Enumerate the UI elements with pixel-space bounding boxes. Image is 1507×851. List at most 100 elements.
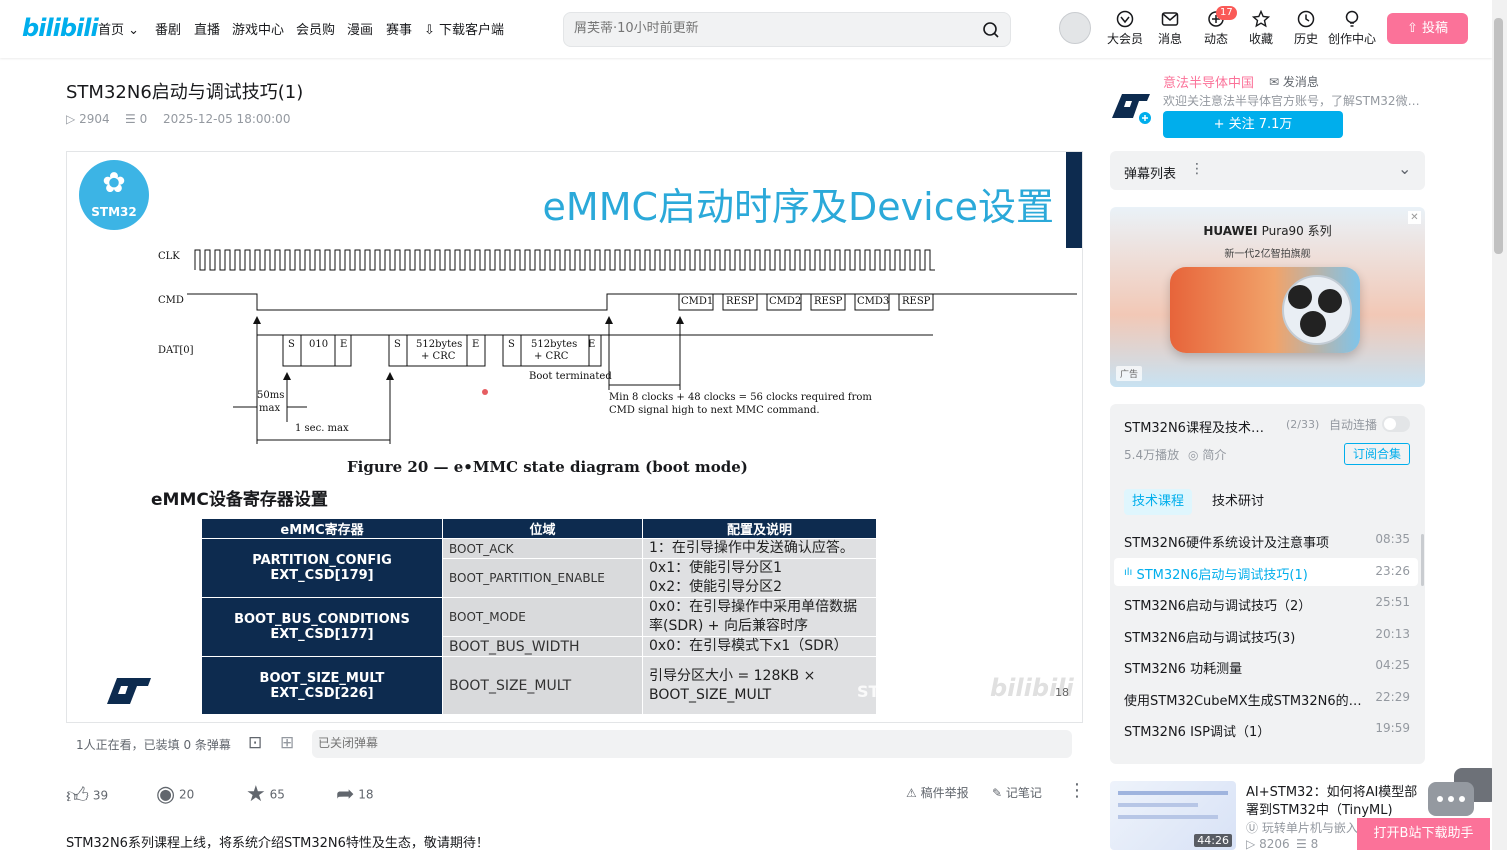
video-player[interactable]: ✿ STM32 eMMC启动时序及Device设置 CLK CMD DAT[0]…: [66, 151, 1083, 723]
clk-label: CLK: [158, 251, 180, 262]
download-helper-button[interactable]: 打开B站下载助手: [1357, 818, 1490, 850]
up-description: 欢迎关注意法半导体官方账号，了解STM32微控制器最新资讯: [1163, 94, 1425, 108]
nav-shop[interactable]: 会员购: [296, 19, 335, 38]
scrollbar-thumb[interactable]: [1494, 18, 1503, 254]
danmaku-list-panel[interactable]: 弹幕列表 ⋮ ⌄: [1110, 151, 1425, 190]
chevron-down-icon: ⌄: [128, 23, 140, 38]
danmaku-icon: ☰: [1296, 837, 1307, 851]
subscribe-button[interactable]: 订阅合集: [1344, 443, 1410, 465]
up-name[interactable]: 意法半导体中国: [1163, 72, 1254, 91]
danmaku-input[interactable]: [318, 736, 998, 750]
thumbs-up-icon: 👍︎: [66, 784, 89, 809]
danmaku-toggle-icon[interactable]: ⊡: [248, 733, 262, 753]
rec-author[interactable]: Ⓤ 玩转单片机与嵌入: [1246, 819, 1358, 836]
nav-manga[interactable]: 漫画: [347, 19, 373, 38]
cmd1: CMD1: [681, 296, 714, 307]
report-button[interactable]: ⚠ 稿件举报: [906, 784, 969, 801]
nav-game[interactable]: 游戏中心: [232, 19, 284, 38]
play-icon: ▷: [1246, 837, 1256, 851]
coin-button[interactable]: ◉ 20: [156, 782, 194, 807]
chevron-down-icon[interactable]: ⌄: [1398, 159, 1411, 178]
history-button[interactable]: 历史: [1281, 10, 1331, 47]
search-input[interactable]: [574, 21, 964, 36]
nav-download[interactable]: ⇩ 下载客户端: [424, 19, 504, 38]
follow-button[interactable]: + 关注 7.1万: [1163, 111, 1343, 138]
nav-anime[interactable]: 番剧: [155, 19, 181, 38]
view-count: ▷ 2904: [66, 112, 110, 126]
bit-e: E: [588, 339, 596, 350]
tab-tech-seminar[interactable]: 技术研讨: [1212, 489, 1264, 515]
boot-terminated: Boot terminated: [529, 371, 612, 382]
data-crc: + CRC: [421, 351, 456, 362]
favorites-button[interactable]: 收藏: [1236, 10, 1286, 47]
data-crc: + CRC: [534, 351, 569, 362]
config-cell: 引导分区大小 = 128KB × BOOT_SIZE_MULT: [642, 656, 877, 715]
list-item[interactable]: STM32N6硬件系统设计及注意事项 08:35: [1124, 532, 1414, 551]
ad-brand: HUAWEI: [1203, 224, 1258, 238]
rec-title-line1: AI+STM32：如何将AI模型部: [1246, 785, 1418, 800]
playlist-title[interactable]: STM32N6课程及技术…: [1124, 417, 1264, 436]
cmd2: CMD2: [769, 296, 802, 307]
playlist-scrollbar[interactable]: [1421, 534, 1424, 586]
resp: RESP: [902, 296, 931, 307]
vip-button[interactable]: 大会员: [1100, 10, 1150, 47]
creator-center-button[interactable]: 创作中心: [1326, 10, 1378, 47]
bilibili-logo[interactable]: bilibili: [22, 14, 99, 42]
list-item-active[interactable]: ılı STM32N6启动与调试技巧(1) 23:26: [1124, 564, 1414, 583]
bit-e: E: [340, 339, 348, 350]
nav-home[interactable]: 首页 ⌄: [98, 19, 139, 38]
download-icon: ⇩: [424, 23, 435, 38]
upload-button[interactable]: ⇧ 投稿: [1387, 13, 1468, 44]
bit-s: S: [508, 339, 515, 350]
ad-banner[interactable]: HUAWEI Pura90 系列 新一代2亿智拍旗舰 ✕ 广告: [1110, 207, 1425, 387]
table-row: BOOT_SIZE_MULT EXT_CSD[226]: [201, 656, 443, 715]
like-button[interactable]: 👍︎ 39: [66, 782, 108, 809]
st-watermark: ST: [857, 682, 880, 701]
message-button[interactable]: 消息: [1145, 10, 1195, 47]
clock-icon: [1297, 10, 1315, 28]
resp: RESP: [814, 296, 843, 307]
nav-live[interactable]: 直播: [194, 19, 220, 38]
list-item[interactable]: STM32N6 功耗测量 04:25: [1124, 658, 1414, 677]
send-message-button[interactable]: ✉ 发消息: [1269, 73, 1319, 90]
search-icon[interactable]: [982, 21, 1000, 39]
config-cell: 0x1：使能引导分区1 0x2：使能引导分区2: [642, 558, 877, 598]
more-icon[interactable]: ⋮: [1068, 780, 1086, 801]
close-icon[interactable]: ✕: [1408, 211, 1421, 224]
list-item[interactable]: STM32N6 ISP调试（1） 19:59: [1124, 721, 1414, 740]
avatar[interactable]: [1059, 12, 1091, 44]
figure-caption: Figure 20 — e•MMC state diagram (boot mo…: [347, 458, 748, 476]
more-icon[interactable]: ⋮: [1190, 161, 1204, 177]
ad-tag: 广告: [1116, 366, 1143, 381]
playlist-count: (2/33): [1286, 418, 1320, 431]
nav-match[interactable]: 赛事: [386, 19, 412, 38]
danmaku-settings-icon[interactable]: ⊞: [280, 733, 294, 753]
phone-image: [1170, 267, 1360, 353]
autoplay-toggle[interactable]: [1382, 416, 1410, 432]
intro-button[interactable]: ◎ 简介: [1188, 446, 1226, 463]
register-table: eMMC寄存器 位域 配置及说明 PARTITION_CONFIG EXT_CSD[1…: [201, 518, 877, 715]
note-button[interactable]: ✎ 记笔记: [992, 784, 1042, 801]
tab-tech-course[interactable]: 技术课程: [1124, 489, 1192, 515]
t1sec: 1 sec. max: [295, 423, 349, 434]
bitfield-cell: BOOT_BUS_WIDTH: [442, 636, 643, 657]
danmaku-count: ☰ 0: [125, 112, 148, 126]
data-512: 512bytes: [416, 339, 463, 350]
bit-s: S: [288, 339, 295, 350]
note-line2: CMD signal high to next MMC command.: [609, 405, 820, 416]
bitfield-cell: BOOT_MODE: [442, 597, 643, 637]
table-row: PARTITION_CONFIG EXT_CSD[179]: [201, 538, 443, 598]
list-item[interactable]: STM32N6启动与调试技巧（2） 25:51: [1124, 595, 1414, 614]
rec-comments: ☰ 8: [1296, 837, 1319, 851]
share-arrow-icon: ➦: [336, 782, 355, 807]
chat-bubble-icon[interactable]: [1426, 768, 1500, 820]
st-logo: [101, 676, 155, 710]
timing-diagram: [187, 249, 1077, 444]
list-item[interactable]: STM32N6启动与调试技巧(3) 20:13: [1124, 627, 1414, 646]
playlist-plays: 5.4万播放: [1124, 448, 1180, 462]
up-avatar[interactable]: [1110, 88, 1154, 132]
list-item[interactable]: 使用STM32CubeMX生成STM32N6的… 22:29: [1124, 690, 1414, 709]
favorite-button[interactable]: ★ 65: [246, 782, 285, 807]
share-button[interactable]: ➦ 18: [336, 782, 374, 807]
bit-010: 010: [309, 339, 329, 350]
